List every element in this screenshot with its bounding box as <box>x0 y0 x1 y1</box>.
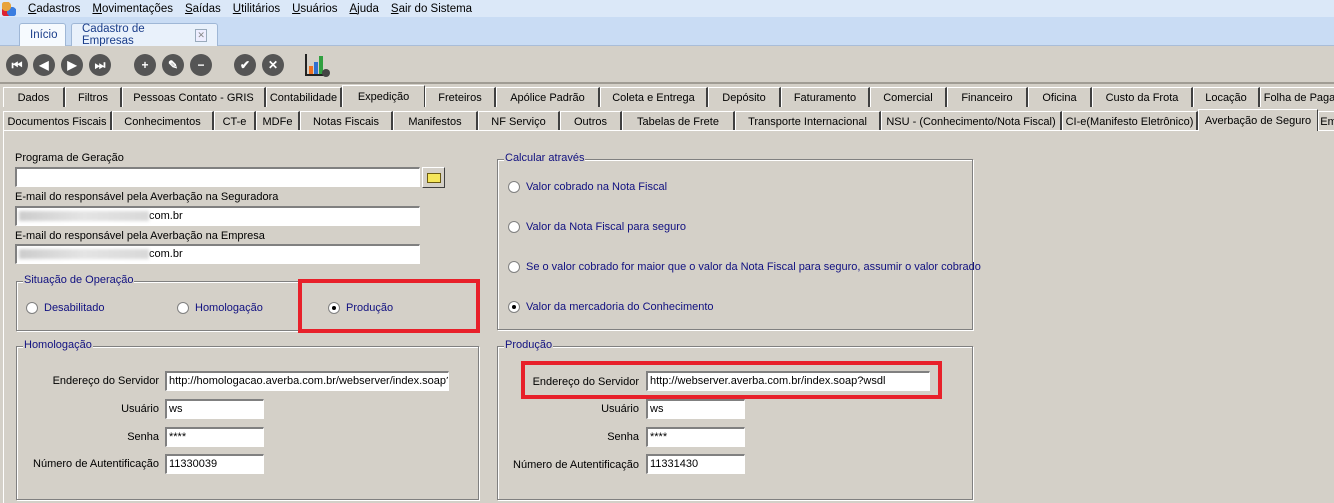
radio-maior-valor[interactable]: Se o valor cobrado for maior que o valor… <box>508 261 981 273</box>
tab-filtros[interactable]: Filtros <box>65 87 122 107</box>
homolog-auth-label: Número de Autentificação <box>33 458 159 470</box>
tab-dados[interactable]: Dados <box>3 87 65 107</box>
prev-icon[interactable]: ◀ <box>33 54 55 76</box>
homolog-user-label: Usuário <box>121 403 159 415</box>
homolog-auth-input[interactable]: 11330039 <box>165 454 264 474</box>
radio-valor-mercadoria[interactable]: Valor da mercadoria do Conhecimento <box>508 301 714 313</box>
menu-ajuda[interactable]: Ajuda <box>349 3 378 15</box>
toolbar: ⏮ ◀ ▶ ⏭ + ✎ − ✔ ✕ <box>0 46 1334 84</box>
prod-user-input[interactable]: ws <box>646 399 745 419</box>
menu-usuarios[interactable]: Usuários <box>292 3 337 15</box>
menu-utilitarios[interactable]: Utilitários <box>233 3 280 15</box>
subtab-ct-e[interactable]: CT-e <box>214 111 256 131</box>
group-title: Produção <box>504 339 554 351</box>
tab-coleta-e-entrega[interactable]: Coleta e Entrega <box>600 87 708 107</box>
tab-custo-da-frota[interactable]: Custo da Frota <box>1092 87 1193 107</box>
email-suffix: com.br <box>149 210 183 222</box>
homolog-pass-label: Senha <box>127 431 159 443</box>
tab-faturamento[interactable]: Faturamento <box>781 87 870 107</box>
subtab-manifestos[interactable]: Manifestos <box>393 111 478 131</box>
first-icon[interactable]: ⏮ <box>6 54 28 76</box>
email-seguradora-input[interactable]: com.br <box>15 206 420 226</box>
redacted-text <box>19 249 149 260</box>
tab-expedic-a-o[interactable]: Expedição <box>342 85 425 107</box>
tab-row-sub: Documentos Fiscais Conhecimentos CT-e MDFe N… <box>0 109 1334 131</box>
programa-input[interactable] <box>15 167 420 187</box>
group-title: Homologação <box>23 339 93 351</box>
app-logo-icon <box>2 1 16 16</box>
radio-homologacao[interactable]: Homologação <box>177 302 263 314</box>
add-icon[interactable]: + <box>134 54 156 76</box>
tab-freteiros[interactable]: Freteiros <box>425 87 496 107</box>
subtab-conhecimentos[interactable]: Conhecimentos <box>112 111 214 131</box>
edit-icon[interactable]: ✎ <box>162 54 184 76</box>
subtab-ci-e-manifesto-eletro-nico[interactable]: CI-e(Manifesto Eletrônico) <box>1062 111 1198 131</box>
last-icon[interactable]: ⏭ <box>89 54 111 76</box>
prod-pass-input[interactable]: **** <box>646 427 745 447</box>
prod-pass-label: Senha <box>607 431 639 443</box>
menu-sair[interactable]: Sair do Sistema <box>391 3 472 15</box>
averbacao-panel: Programa de Geração E-mail do responsáve… <box>3 130 1334 503</box>
folder-icon <box>426 172 441 183</box>
tab-contabilidade[interactable]: Contabilidade <box>266 87 342 107</box>
tab-pessoas-contato-gris[interactable]: Pessoas Contato - GRIS <box>122 87 266 107</box>
homolog-user-input[interactable]: ws <box>165 399 264 419</box>
subtab-documentos-fiscais[interactable]: Documentos Fiscais <box>3 111 112 131</box>
subtab-nsu-conhecimento-nota-fiscal[interactable]: NSU - (Conhecimento/Nota Fiscal) <box>881 111 1062 131</box>
email-empresa-input[interactable]: com.br <box>15 244 420 264</box>
tab-apo-lice-padra-o[interactable]: Apólice Padrão <box>496 87 600 107</box>
tab-comercial[interactable]: Comercial <box>870 87 947 107</box>
browse-folder-button[interactable] <box>422 167 445 188</box>
subtab-tabelas-de-frete[interactable]: Tabelas de Frete <box>622 111 735 131</box>
document-tabs: Início Cadastro de Empresas ✕ <box>0 17 1334 47</box>
menu-saidas[interactable]: Saídas <box>185 3 221 15</box>
email-suffix: com.br <box>149 248 183 260</box>
group-title: Calcular através <box>504 152 586 164</box>
programa-label: Programa de Geração <box>15 152 124 164</box>
highlight-box <box>521 361 942 399</box>
doc-tab-label: Início <box>30 29 58 41</box>
subtab-outros[interactable]: Outros <box>560 111 622 131</box>
tab-folha-de-paga[interactable]: Folha de Paga <box>1260 87 1334 107</box>
subtab-transporte-internacional[interactable]: Transporte Internacional <box>735 111 881 131</box>
next-icon[interactable]: ▶ <box>61 54 83 76</box>
radio-valor-cobrado[interactable]: Valor cobrado na Nota Fiscal <box>508 181 667 193</box>
tab-locac-a-o[interactable]: Locação <box>1193 87 1260 107</box>
subtab-em[interactable]: Em <box>1318 111 1334 131</box>
menu-movimentacoes[interactable]: Movimentações <box>92 3 173 15</box>
doc-tab-inicio[interactable]: Início <box>19 23 66 46</box>
tab-financeiro[interactable]: Financeiro <box>947 87 1028 107</box>
tab-depo-sito[interactable]: Depósito <box>708 87 781 107</box>
radio-desabilitado[interactable]: Desabilitado <box>26 302 105 314</box>
homologacao-group: Homologação <box>16 339 479 500</box>
confirm-icon[interactable]: ✔ <box>234 54 256 76</box>
menu-cadastros[interactable]: Cadastros <box>28 3 80 15</box>
highlight-box <box>298 279 480 333</box>
subtab-mdfe[interactable]: MDFe <box>256 111 300 131</box>
radio-valor-nf-seguro[interactable]: Valor da Nota Fiscal para seguro <box>508 221 686 233</box>
group-title: Situação de Operação <box>23 274 135 286</box>
menu-bar: Cadastros Movimentações Saídas Utilitári… <box>0 0 1334 17</box>
doc-tab-cadastro-empresas[interactable]: Cadastro de Empresas ✕ <box>71 23 218 47</box>
homolog-pass-input[interactable]: **** <box>165 427 264 447</box>
calcular-group: Calcular através Valor cobrado na Nota F… <box>497 152 981 330</box>
subtab-nf-servic-o[interactable]: NF Serviço <box>478 111 560 131</box>
homolog-server-input[interactable]: http://homologacao.averba.com.br/webserv… <box>165 371 449 391</box>
chart-settings-icon[interactable] <box>305 54 330 77</box>
email-seguradora-label: E-mail do responsável pela Averbação na … <box>15 191 279 203</box>
prod-auth-label: Número de Autentificação <box>513 459 639 471</box>
subtab-averbac-a-o-de-seguro[interactable]: Averbação de Seguro <box>1198 109 1318 131</box>
email-empresa-label: E-mail do responsável pela Averbação na … <box>15 230 265 242</box>
redacted-text <box>19 211 149 222</box>
close-tab-icon[interactable]: ✕ <box>195 28 207 42</box>
prod-user-label: Usuário <box>601 403 639 415</box>
tab-oficina[interactable]: Oficina <box>1028 87 1092 107</box>
remove-icon[interactable]: − <box>190 54 212 76</box>
prod-auth-input[interactable]: 11331430 <box>646 454 745 474</box>
cancel-icon[interactable]: ✕ <box>262 54 284 76</box>
homolog-server-label: Endereço do Servidor <box>52 375 159 387</box>
tab-row-main: Dados Filtros Pessoas Contato - GRIS Contab… <box>0 85 1334 107</box>
doc-tab-label: Cadastro de Empresas <box>82 23 145 47</box>
subtab-notas-fiscais[interactable]: Notas Fiscais <box>300 111 393 131</box>
